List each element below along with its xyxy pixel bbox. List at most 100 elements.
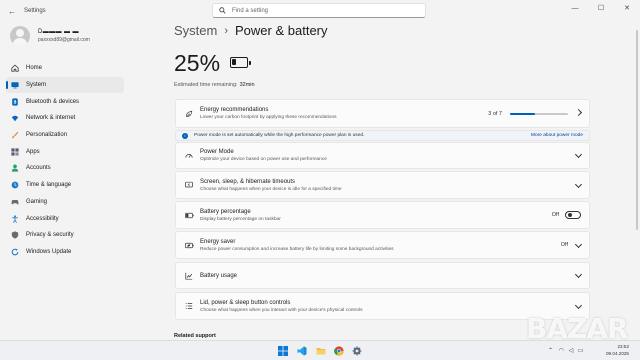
card-title: Battery usage bbox=[200, 272, 238, 279]
settings-gear-icon[interactable] bbox=[351, 345, 363, 357]
watermark-logo: BAZAR bbox=[526, 312, 629, 345]
sidebar-item-network[interactable]: Network & internet bbox=[6, 110, 124, 127]
back-arrow-icon[interactable]: ← bbox=[8, 7, 16, 16]
vscode-icon[interactable] bbox=[296, 345, 308, 357]
sidebar-item-label: Accessibility bbox=[26, 215, 59, 222]
close-button[interactable]: ✕ bbox=[614, 0, 640, 16]
wifi-tray-icon[interactable]: ◠ bbox=[559, 348, 564, 354]
chevron-down-icon[interactable] bbox=[574, 301, 583, 310]
list-settings-icon bbox=[184, 302, 194, 310]
leaf-icon bbox=[184, 110, 194, 118]
battery-tray-icon[interactable]: ▭ bbox=[578, 348, 584, 354]
sidebar-item-label: Personalization bbox=[26, 132, 68, 139]
file-explorer-icon[interactable] bbox=[315, 345, 327, 357]
apps-icon bbox=[11, 148, 19, 156]
more-about-power-mode-link[interactable]: More about power mode bbox=[531, 133, 583, 138]
update-icon bbox=[11, 248, 19, 256]
sidebar-item-accessibility[interactable]: Accessibility bbox=[6, 210, 124, 227]
breadcrumb-parent[interactable]: System bbox=[174, 23, 217, 38]
recommendations-count: 3 of 7 bbox=[488, 110, 502, 117]
card-title: Energy recommendations bbox=[200, 107, 269, 113]
breadcrumb-separator: › bbox=[224, 24, 229, 37]
sidebar-item-privacy[interactable]: Privacy & security bbox=[6, 227, 124, 244]
brush-icon bbox=[11, 131, 19, 139]
battery-usage-card[interactable]: Battery usage bbox=[175, 262, 590, 289]
estimated-time-value: 32min bbox=[239, 82, 255, 88]
person-icon bbox=[11, 164, 19, 173]
search-icon bbox=[219, 7, 226, 14]
chevron-up-icon[interactable]: ⌃ bbox=[548, 348, 553, 354]
windows-start-icon[interactable] bbox=[277, 345, 289, 357]
sidebar-item-windows-update[interactable]: Windows Update bbox=[6, 244, 124, 261]
sidebar-item-gaming[interactable]: Gaming bbox=[6, 194, 124, 211]
breadcrumb: System › Power & battery bbox=[174, 23, 328, 38]
shield-icon bbox=[11, 231, 19, 239]
avatar bbox=[10, 26, 30, 46]
sidebar-item-label: Apps bbox=[26, 148, 40, 155]
profile-email: paxxxxd89@gmail.com bbox=[38, 37, 90, 43]
monitor-icon bbox=[11, 81, 19, 89]
energy-saver-card[interactable]: Energy saver Reduce power consumption an… bbox=[175, 231, 590, 259]
energy-saver-icon bbox=[184, 242, 194, 249]
sidebar-item-label: System bbox=[26, 82, 47, 89]
wifi-icon bbox=[11, 114, 19, 122]
chart-icon bbox=[184, 272, 194, 280]
speaker-icon[interactable]: ◁ bbox=[569, 348, 574, 354]
sidebar-item-bluetooth[interactable]: Bluetooth & devices bbox=[6, 93, 124, 110]
chevron-down-icon[interactable] bbox=[574, 150, 583, 159]
clock-date: 09.04.2025 bbox=[606, 350, 629, 356]
window-controls: — ☐ ✕ bbox=[562, 0, 640, 16]
chevron-right-icon bbox=[574, 108, 583, 117]
energy-recommendations-card[interactable]: Energy recommendations Lower your carbon… bbox=[175, 99, 590, 128]
sidebar-item-label: Network & internet bbox=[26, 115, 76, 122]
screen-sleep-icon bbox=[184, 181, 194, 189]
power-mode-card[interactable]: Power Mode Optimize your device based on… bbox=[175, 142, 590, 169]
card-subtitle: Display battery percentage on taskbar bbox=[200, 216, 281, 222]
scrollbar[interactable] bbox=[636, 30, 638, 230]
card-subtitle: Reduce power consumption and increase ba… bbox=[200, 246, 394, 252]
sidebar-item-system[interactable]: System bbox=[6, 76, 124, 94]
page-title: Power & battery bbox=[235, 23, 328, 38]
chevron-down-icon[interactable] bbox=[574, 180, 583, 189]
chrome-icon[interactable] bbox=[333, 345, 345, 357]
info-icon: i bbox=[182, 132, 188, 139]
battery-percentage-toggle[interactable] bbox=[565, 211, 581, 219]
sidebar-item-label: Accounts bbox=[26, 165, 51, 172]
sidebar-item-personalization[interactable]: Personalization bbox=[6, 127, 124, 144]
card-title: Lid, power & sleep button controls bbox=[200, 299, 291, 306]
chevron-down-icon[interactable] bbox=[574, 240, 583, 249]
system-tray[interactable]: ⌃ ◠ ◁ ▭ bbox=[548, 347, 584, 354]
sidebar-item-label: Windows Update bbox=[26, 248, 72, 255]
recommendations-progress bbox=[510, 112, 568, 115]
accessibility-icon bbox=[11, 214, 19, 223]
sidebar-item-label: Gaming bbox=[26, 198, 48, 205]
search-input[interactable]: Find a setting bbox=[212, 3, 426, 18]
card-title: Energy saver bbox=[200, 238, 236, 245]
sidebar-item-label: Bluetooth & devices bbox=[26, 98, 80, 105]
energy-saver-state: Off bbox=[560, 242, 568, 248]
battery-icon bbox=[230, 57, 251, 68]
screen-sleep-hibernate-card[interactable]: Screen, sleep, & hibernate timeouts Choo… bbox=[175, 171, 590, 199]
card-title: Screen, sleep, & hibernate timeouts bbox=[200, 178, 296, 185]
taskbar-clock[interactable]: 23:52 09.04.2025 bbox=[606, 344, 629, 357]
info-text: Power mode is set automatically while th… bbox=[194, 133, 365, 138]
chevron-down-icon[interactable] bbox=[574, 270, 583, 279]
bluetooth-icon bbox=[11, 98, 19, 106]
minimize-button[interactable]: — bbox=[562, 0, 588, 16]
estimated-time: Estimated time remaining: 32min bbox=[174, 82, 255, 88]
home-icon bbox=[11, 64, 19, 72]
sidebar-item-label: Privacy & security bbox=[26, 232, 74, 239]
gamepad-icon bbox=[11, 198, 19, 206]
battery-percentage-value: 25% bbox=[174, 50, 221, 76]
sidebar-item-home[interactable]: Home bbox=[6, 60, 124, 77]
card-title: Battery percentage bbox=[200, 208, 251, 215]
sidebar-item-time-language[interactable]: Time & language bbox=[6, 177, 124, 194]
user-profile[interactable]: D▬▬▬ ▬ ▬ paxxxxd89@gmail.com bbox=[10, 26, 90, 46]
sidebar-item-accounts[interactable]: Accounts bbox=[6, 160, 124, 177]
maximize-button[interactable]: ☐ bbox=[588, 0, 614, 16]
power-mode-info-bar: i Power mode is set automatically while … bbox=[175, 130, 590, 141]
sidebar-item-apps[interactable]: Apps bbox=[6, 143, 124, 160]
card-subtitle: Choose what happens when your device is … bbox=[200, 186, 342, 192]
estimated-time-label: Estimated time remaining: bbox=[174, 82, 238, 88]
profile-name: D▬▬▬ ▬ ▬ bbox=[38, 29, 79, 35]
